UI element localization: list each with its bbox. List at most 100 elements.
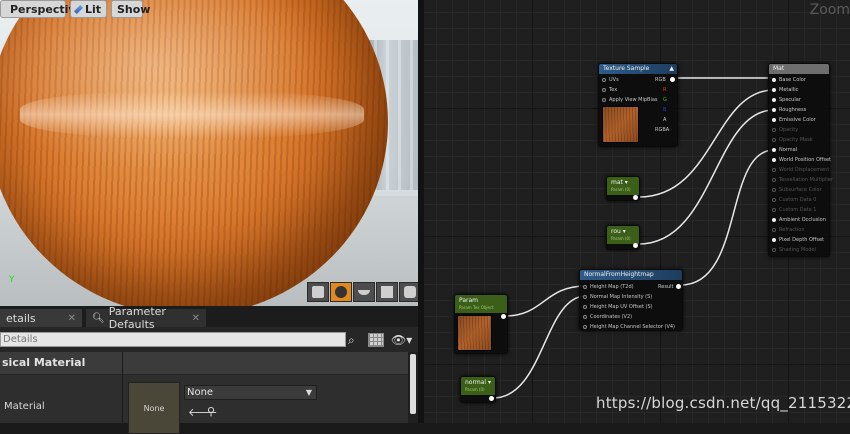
lit-button[interactable]: Lit [70,0,107,18]
result-pin-label: Pixel Depth Offset [779,237,824,243]
cylinder-preview-button[interactable] [307,282,329,302]
result-input-pin[interactable]: Subsurface Color [772,187,822,193]
rgba-output-label: RGBA [655,127,670,133]
details-search-input[interactable]: Details [0,332,346,347]
result-input-pin[interactable]: Custom Data 0 [772,197,816,203]
show-label: Show [117,2,151,16]
tab-details[interactable]: etails ✕ [0,309,82,327]
mat-output-pin[interactable] [633,195,638,200]
pin-connector-icon [772,107,776,112]
eye-visibility-icon[interactable]: 👁︎▾ [391,333,412,347]
column-divider[interactable] [122,352,123,423]
g-output-label: G [663,97,667,103]
result-input-pin[interactable]: Roughness [772,107,806,113]
heightmap-input-pin[interactable]: Height Map (T2d) [583,284,634,290]
result-pin-label: Opacity [779,127,799,133]
plane-icon [358,289,370,295]
tex-input-pin[interactable]: Tex [602,87,617,93]
asset-thumbnail[interactable]: None [128,382,180,434]
pin-connector-icon [772,77,776,82]
pin-connector-icon [772,187,776,192]
b-output-label: B [663,107,667,113]
coordinates-input-pin[interactable]: Coordinates (V2) [583,314,632,320]
normal-param-sub: Param (0) [465,387,485,392]
asset-picker-combo[interactable]: None ▼ [184,385,317,400]
result-pin-label: Shading Model [779,247,816,253]
perspective-button[interactable]: Perspective [0,0,83,18]
material-result-node[interactable]: Mat Base Color Metallic Specular Roughness E… [768,63,833,257]
channel-selector-label: Height Map Channel Selector (V4) [590,324,676,330]
magnifier-icon: 🔍︎ [92,312,105,324]
watermark-text: https://blog.csdn.net/qq_21153225 [596,394,850,412]
result-pin-label: Tessellation Multiplier [779,177,833,183]
material-graph-canvas[interactable]: Zoom Texture Sample ▲ UVs Tex Apply View… [424,0,850,423]
result-pin-label: Metallic [779,87,799,93]
uvoffset-input-pin[interactable]: Height Map UV Offset (S) [583,304,653,310]
close-icon[interactable]: ✕ [192,313,200,324]
result-output-pin[interactable] [676,284,681,289]
rou-parameter-node[interactable]: rou ▾ Param (0) [606,225,640,250]
custom-mesh-preview-button[interactable] [399,282,418,302]
result-input-pin[interactable]: Normal [772,147,797,153]
details-scrollbar[interactable] [408,352,418,423]
dropdown-arrow-icon: ▼ [305,388,312,397]
tex-label: Tex [609,87,618,93]
channel-selector-input-pin[interactable]: Height Map Channel Selector (V4) [583,324,675,330]
uvs-input-pin[interactable]: UVs [602,77,619,83]
tex-param-output-pin[interactable] [501,314,506,319]
tab-parameter-defaults[interactable]: 🔍︎ Parameter Defaults ✕ [86,305,206,331]
normal-from-heightmap-node[interactable]: NormalFromHeightmap Height Map (T2d) Nor… [579,269,683,331]
result-input-pin[interactable]: Metallic [772,87,798,93]
show-button[interactable]: Show [111,0,150,18]
result-input-pin[interactable]: Base Color [772,77,806,83]
normal-output-pin[interactable] [489,396,494,401]
result-input-pin[interactable]: Opacity [772,127,798,133]
wire-nfh-to-normal [680,149,775,286]
browse-magnifier-icon[interactable]: ⚲ [207,405,215,418]
material-preview-viewport[interactable]: Perspective Lit Show Y [0,0,418,306]
section-title: sical Material [2,356,86,369]
result-input-pin[interactable]: World Position Offset [772,157,831,163]
rou-output-pin[interactable] [633,243,638,248]
result-input-pin[interactable]: Tessellation Multiplier [772,177,833,183]
result-input-pin[interactable]: Specular [772,97,801,103]
result-input-pin[interactable]: Opacity Mask [772,137,813,143]
normal-param-name: normal [465,379,487,386]
result-input-pin[interactable]: Shading Model [772,247,816,253]
rgb-output-pin[interactable] [670,77,675,82]
pin-connector-icon [772,207,776,212]
result-input-pin[interactable]: Pixel Depth Offset [772,237,824,243]
result-input-pin[interactable]: Ambient Occlusion [772,217,826,223]
sphere-preview-button[interactable] [330,282,352,302]
result-input-pin[interactable]: Emissive Color [772,117,816,123]
pin-connector-icon [772,117,776,122]
plane-preview-button[interactable] [353,282,375,302]
pin-connector-icon [772,157,776,162]
node-title: normal ▾ Param (0) [461,377,495,395]
result-input-pin[interactable]: Custom Data 1 [772,207,816,213]
result-input-pin[interactable]: World Displacement [772,167,829,173]
pin-connector-icon [772,147,776,152]
intensity-input-pin[interactable]: Normal Map Intensity (S) [583,294,652,300]
texture-parameter-node[interactable]: Param Param Tex Object [454,294,508,354]
scrollbar-thumb[interactable] [410,354,416,414]
combo-value: None [187,387,214,398]
tex-param-sub: Param Tex Object [459,305,494,310]
property-label: Material [4,401,45,412]
result-input-pin[interactable]: Refraction [772,227,805,233]
search-icon[interactable]: ⌕ [348,333,362,347]
pin-connector-icon [772,127,776,132]
collapse-arrow-icon[interactable]: ▲ [669,64,674,74]
node-title: Texture Sample ▲ [599,64,677,74]
mat-parameter-node[interactable]: mat ▾ Param (0) [606,176,640,201]
grid-view-icon[interactable] [368,333,384,347]
physical-material-section-header[interactable]: sical Material [0,352,408,374]
mipbias-input-pin[interactable]: Apply View MipBias [602,97,658,103]
result-pin-label: World Displacement [779,167,830,173]
cube-preview-button[interactable] [376,282,398,302]
pin-connector-icon [772,87,776,92]
close-icon[interactable]: ✕ [68,313,76,324]
texture-sample-node[interactable]: Texture Sample ▲ UVs Tex Apply View MipB… [598,63,678,147]
sphere-icon [335,286,347,298]
normal-parameter-node[interactable]: normal ▾ Param (0) [460,376,496,403]
